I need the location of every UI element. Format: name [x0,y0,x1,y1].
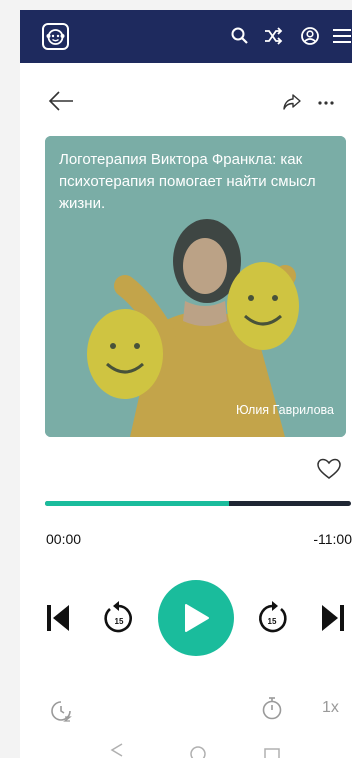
remaining-time: -11:00 [313,531,352,547]
rewind-icon: 15 [104,601,132,633]
app-header [20,10,352,63]
forward-15-button[interactable]: 15 [255,600,289,636]
forward-icon: 15 [259,601,287,633]
playback-speed[interactable]: 1x [322,699,339,717]
stopwatch-icon[interactable] [260,695,284,721]
share-icon[interactable] [282,93,302,111]
progress-bar[interactable] [45,501,351,506]
search-icon[interactable] [230,26,250,46]
phone-screen: Логотерапия Виктора Франкла: как психоте… [20,10,352,758]
system-nav-bar [110,743,280,758]
nav-home-icon [190,746,206,758]
monkey-logo-icon[interactable] [42,23,69,50]
progress-fill [45,501,229,506]
cover-title: Логотерапия Виктора Франкла: как психоте… [59,151,316,212]
previous-track-icon[interactable] [45,603,71,633]
nav-back-icon [110,743,123,757]
shuffle-icon[interactable] [263,26,283,46]
more-horizontal-icon[interactable] [316,93,336,111]
rewind-seconds: 15 [115,617,124,626]
next-track-icon[interactable] [320,603,350,633]
rewind-15-button[interactable]: 15 [102,600,136,636]
cover-author: Юлия Гаврилова [235,403,334,417]
forward-seconds: 15 [268,617,277,626]
nav-recents-icon [264,748,280,758]
play-button[interactable] [158,580,234,656]
profile-icon[interactable] [300,26,320,46]
cover-image: Логотерапия Виктора Франкла: как психоте… [45,136,346,437]
heart-outline-icon[interactable] [316,457,342,481]
menu-icon[interactable] [332,26,352,46]
arrow-left-icon[interactable] [48,90,74,112]
play-icon [185,604,209,632]
elapsed-time: 00:00 [46,531,82,547]
sleep-timer-icon[interactable] [50,700,72,722]
